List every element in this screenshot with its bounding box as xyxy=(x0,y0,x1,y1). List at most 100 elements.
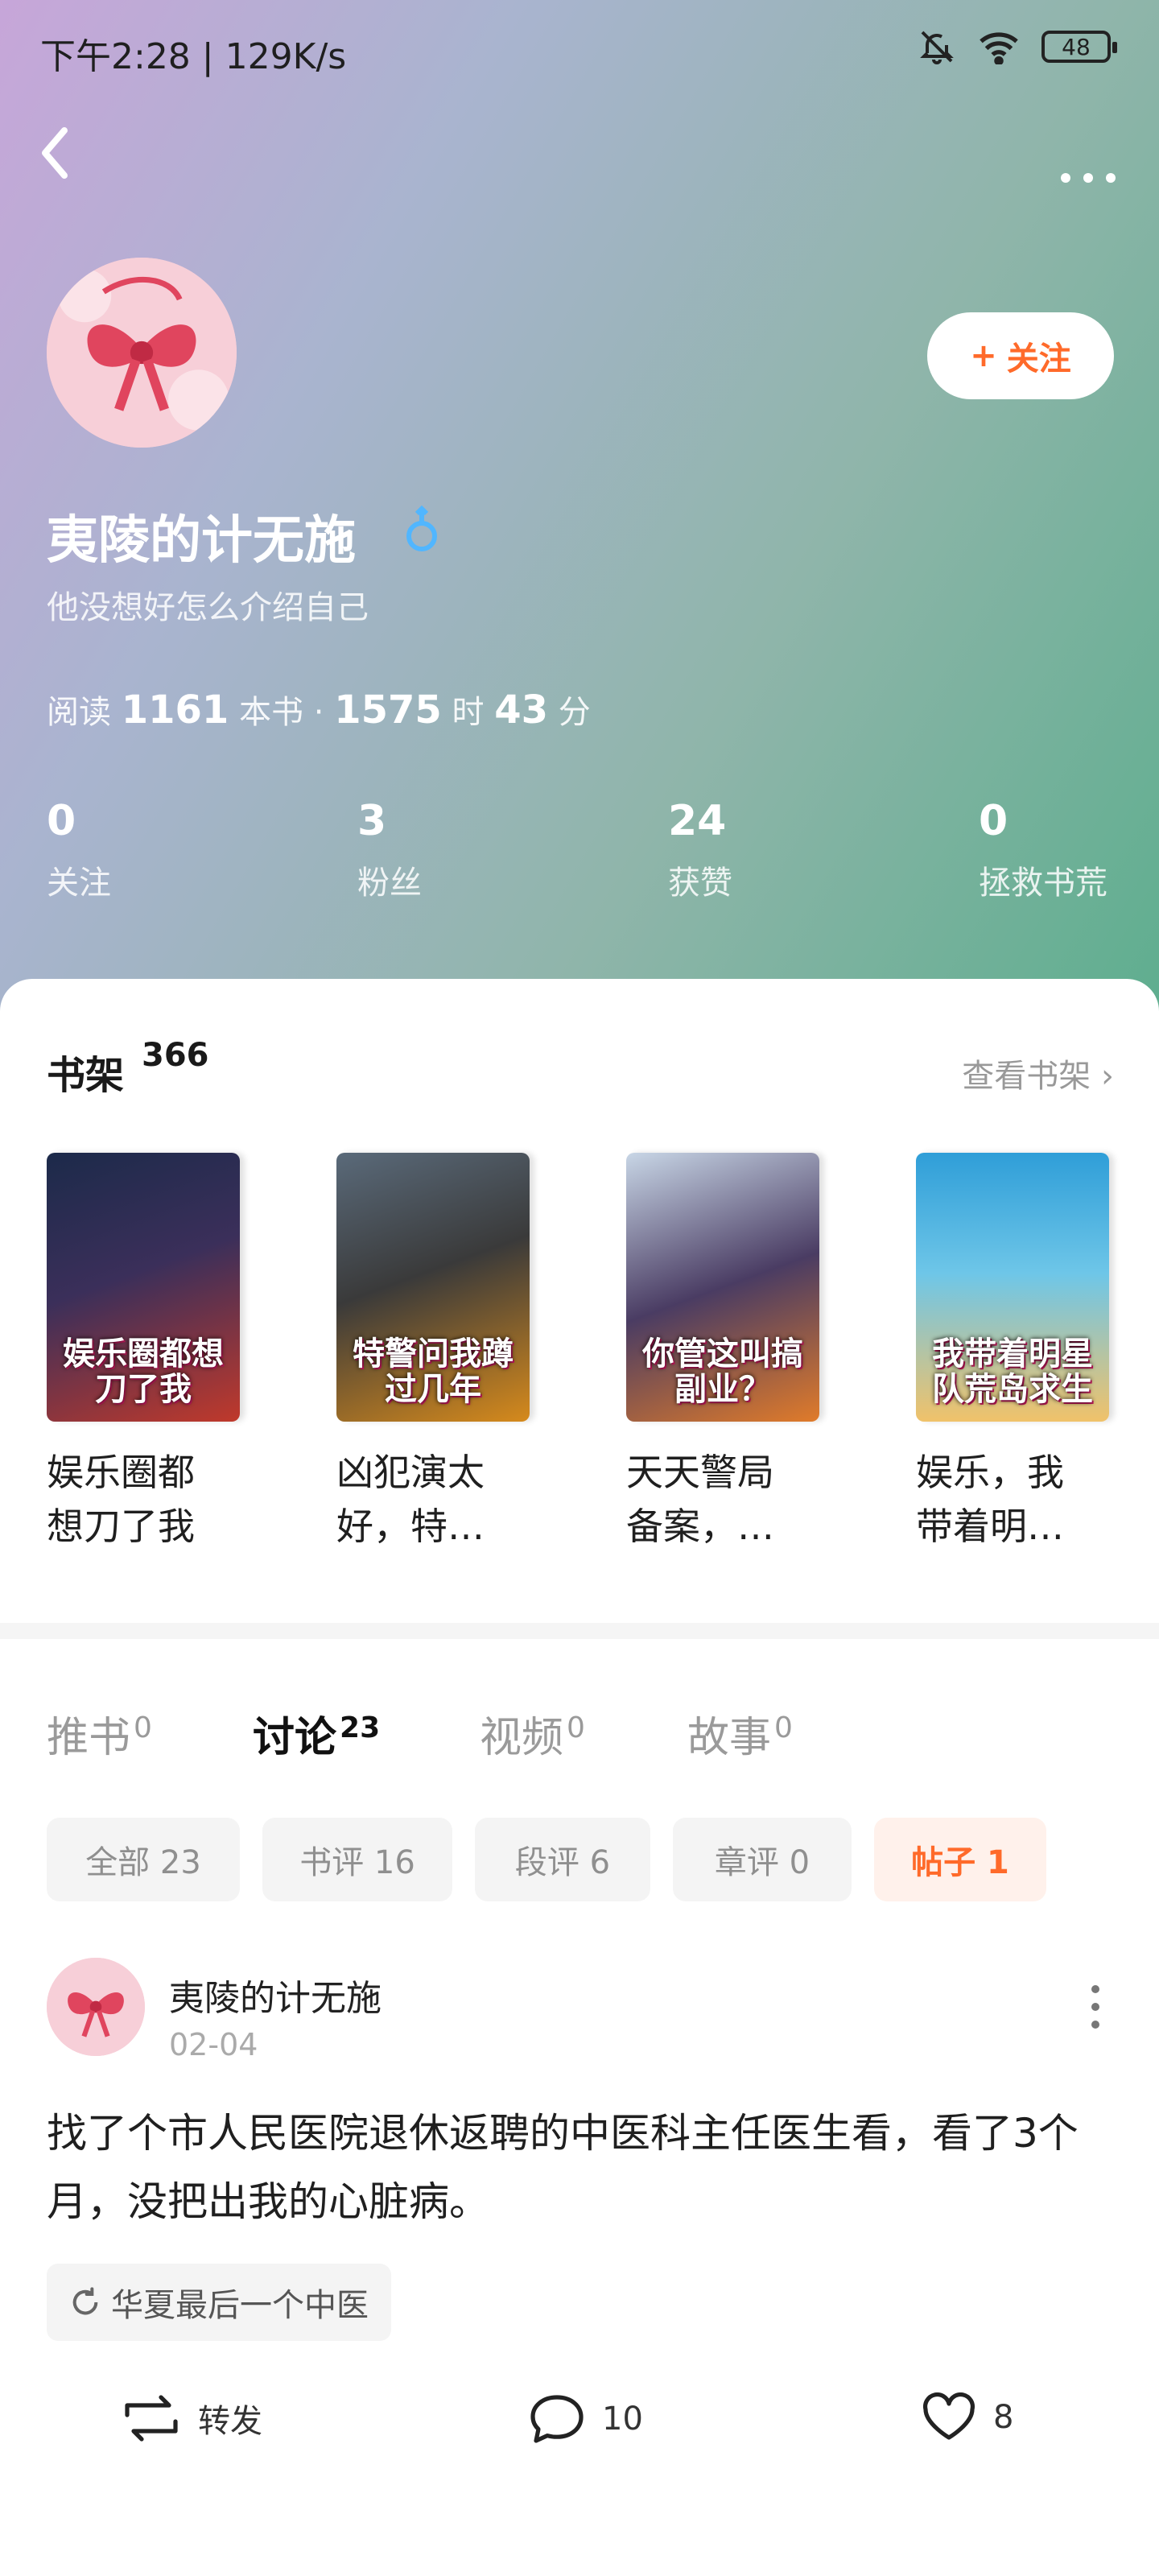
profile-counters: 0 关注 3 粉丝 24 获赞 0 拯救书荒 xyxy=(47,797,1117,918)
status-bar: 下午2:28 | 129K/s 48 xyxy=(0,0,1159,97)
filter-all[interactable]: 全部 23 xyxy=(47,1818,240,1901)
topic-label: 华夏最后一个中医 xyxy=(111,2287,369,2324)
tab-video[interactable]: 视频 0 xyxy=(480,1703,585,1764)
heart-icon xyxy=(922,2392,975,2440)
post-menu-button[interactable] xyxy=(1091,1985,1104,2029)
repost-label: 转发 xyxy=(198,2403,262,2440)
book-title: 娱乐圈都 想刀了我 xyxy=(47,1446,240,1553)
comment-count: 10 xyxy=(602,2401,643,2438)
filter-posts[interactable]: 帖子 1 xyxy=(874,1818,1046,1901)
filter-book-review[interactable]: 书评 16 xyxy=(262,1818,452,1901)
bow-avatar-icon xyxy=(47,258,237,448)
filter-paragraph-review[interactable]: 段评 6 xyxy=(475,1818,650,1901)
view-bookshelf-link[interactable]: 查看书架 › xyxy=(962,1050,1114,1096)
book-title-line2: 想刀了我 xyxy=(47,1504,195,1548)
tab-label: 视频 xyxy=(480,1714,564,1762)
reading-minutes: 43 xyxy=(494,687,549,733)
cover-title: 你管这叫搞副业？ xyxy=(642,1335,803,1408)
tab-count: 0 xyxy=(134,1711,152,1744)
more-dots-icon xyxy=(1061,173,1116,183)
follow-label: 关注 xyxy=(1006,341,1071,378)
reading-hours: 1575 xyxy=(334,687,442,733)
wifi-icon xyxy=(980,32,1018,64)
bookshelf-count: 366 xyxy=(142,1037,209,1074)
bookshelf-title: 书架 xyxy=(47,1053,125,1098)
follow-button[interactable]: + 关注 xyxy=(927,312,1114,399)
book-title-line1: 天天警局 xyxy=(626,1451,774,1494)
book-card[interactable]: 娱乐圈都想刀了我 娱乐圈都 想刀了我 xyxy=(47,1153,240,1553)
cover-title: 娱乐圈都想刀了我 xyxy=(63,1335,224,1408)
book-cover: 特警问我蹲过几年 xyxy=(336,1153,530,1422)
cover-title: 特警问我蹲过几年 xyxy=(353,1335,514,1408)
reading-hours-unit: 时 xyxy=(452,694,485,731)
reading-minutes-unit: 分 xyxy=(558,694,591,731)
post-author[interactable]: 夷陵的计无施 xyxy=(169,1969,382,2021)
tab-discussion[interactable]: 讨论 23 xyxy=(253,1703,380,1764)
section-divider xyxy=(0,1623,1159,1639)
post-date: 02-04 xyxy=(169,2027,258,2062)
dot xyxy=(1091,2021,1099,2029)
male-gender-icon xyxy=(402,505,441,564)
tab-story[interactable]: 故事 0 xyxy=(687,1703,793,1764)
avatar[interactable] xyxy=(47,258,237,448)
book-title-line2: 好，特… xyxy=(336,1504,485,1548)
book-card[interactable]: 你管这叫搞副业？ 天天警局 备案，… xyxy=(626,1153,819,1553)
topic-tag[interactable]: 华夏最后一个中医 xyxy=(47,2264,391,2341)
book-title-line2: 带着明… xyxy=(916,1504,1064,1548)
book-card[interactable]: 我带着明星队荒岛求生 娱乐，我 带着明… xyxy=(916,1153,1109,1553)
back-button[interactable] xyxy=(32,121,89,193)
profile-header: 下午2:28 | 129K/s 48 + 关注 夷陵的计无施 他没想好怎么介绍自… xyxy=(0,0,1159,1014)
book-title: 娱乐，我 带着明… xyxy=(916,1446,1109,1553)
post-text[interactable]: 找了个市人民医院退休返聘的中医科主任医生看，看了3个月，没把出我的心脏病。 xyxy=(47,2099,1117,2236)
bow-avatar-icon xyxy=(47,1958,145,2056)
book-cover: 娱乐圈都想刀了我 xyxy=(47,1153,240,1422)
book-title: 天天警局 备案，… xyxy=(626,1446,819,1553)
reading-books-unit: 本书 · xyxy=(239,694,324,731)
counter-value: 0 xyxy=(47,797,76,845)
tab-label: 讨论 xyxy=(253,1714,337,1762)
like-count: 8 xyxy=(993,2399,1014,2436)
battery-icon: 48 xyxy=(1041,31,1117,63)
profile-name: 夷陵的计无施 xyxy=(47,511,356,571)
mute-bell-icon xyxy=(920,31,954,64)
counter-label: 获赞 xyxy=(668,865,732,902)
counter-likes[interactable]: 24 获赞 xyxy=(668,797,732,903)
content-sheet: 书架 366 查看书架 › 娱乐圈都想刀了我 娱乐圈都 想刀了我 特警问我蹲过几… xyxy=(0,979,1159,2576)
reading-books: 1161 xyxy=(121,687,229,733)
book-card[interactable]: 特警问我蹲过几年 凶犯演太 好，特… xyxy=(336,1153,530,1553)
book-title: 凶犯演太 好，特… xyxy=(336,1446,530,1553)
chevron-right-icon: › xyxy=(1101,1058,1114,1095)
tab-label: 故事 xyxy=(687,1714,772,1762)
tab-label: 推书 xyxy=(47,1714,131,1762)
tab-recommend[interactable]: 推书 0 xyxy=(47,1703,152,1764)
counter-rescue[interactable]: 0 拯救书荒 xyxy=(979,797,1107,903)
counter-following[interactable]: 0 关注 xyxy=(47,797,111,903)
post-actions: 转发 10 8 xyxy=(0,2392,1159,2473)
book-cover: 你管这叫搞副业？ xyxy=(626,1153,819,1422)
status-icons: 48 xyxy=(918,27,1117,66)
more-options-button[interactable] xyxy=(1058,145,1119,197)
comment-icon xyxy=(530,2395,584,2443)
tab-count: 0 xyxy=(567,1711,585,1744)
comment-button[interactable]: 10 xyxy=(528,2392,643,2446)
chevron-left-icon xyxy=(42,127,68,179)
tab-count: 0 xyxy=(774,1711,793,1744)
cover-title: 我带着明星队荒岛求生 xyxy=(932,1335,1093,1408)
counter-label: 拯救书荒 xyxy=(979,865,1107,902)
profile-bio: 他没想好怎么介绍自己 xyxy=(47,589,369,626)
book-title-line1: 凶犯演太 xyxy=(336,1451,485,1494)
counter-value: 3 xyxy=(357,797,387,845)
book-title-line1: 娱乐，我 xyxy=(916,1451,1064,1494)
repost-button[interactable]: 转发 xyxy=(121,2392,262,2444)
book-title-line1: 娱乐圈都 xyxy=(47,1451,195,1494)
more-vertical-icon xyxy=(1091,1985,1099,1993)
dot xyxy=(1091,2003,1099,2011)
view-bookshelf-label: 查看书架 xyxy=(962,1058,1091,1095)
filter-chapter-review[interactable]: 章评 0 xyxy=(673,1818,852,1901)
counter-label: 关注 xyxy=(47,865,111,902)
post-avatar[interactable] xyxy=(47,1958,145,2056)
counter-followers[interactable]: 3 粉丝 xyxy=(357,797,422,903)
status-time: 下午2:28 | 129K/s xyxy=(40,36,347,77)
book-cover: 我带着明星队荒岛求生 xyxy=(916,1153,1109,1422)
like-button[interactable]: 8 xyxy=(921,2392,1013,2442)
